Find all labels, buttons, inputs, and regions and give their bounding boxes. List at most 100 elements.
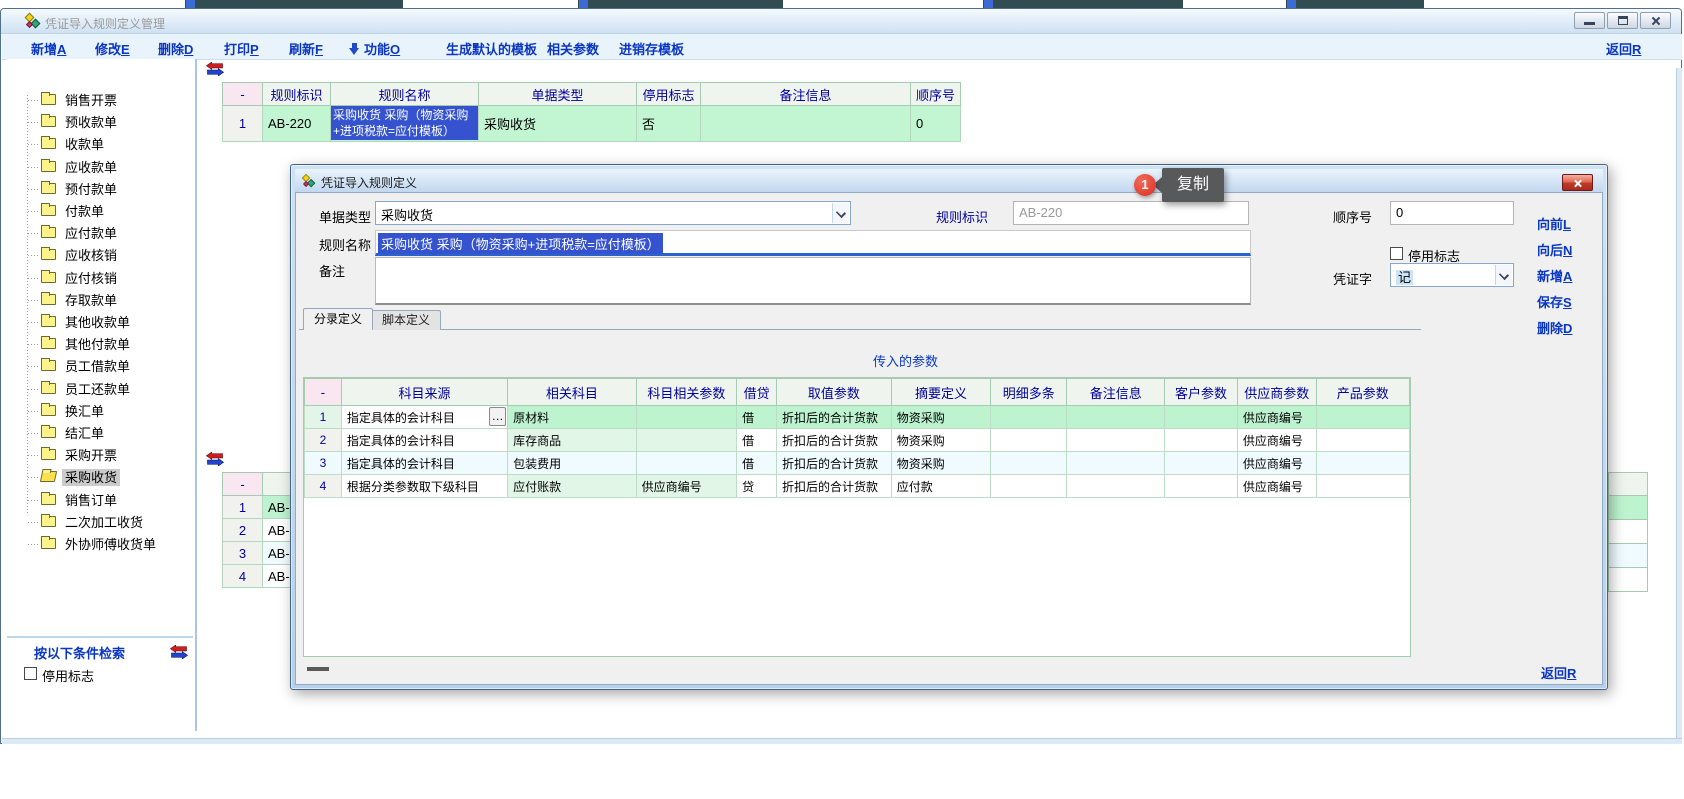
cell-detail-multi[interactable] [991,406,1067,429]
toolbar-functions-button[interactable]: 功能O [349,39,400,58]
disable-flag-checkbox[interactable] [1390,247,1403,260]
toolbar-new-button[interactable]: 新增A [31,39,66,58]
sidebar-item-9[interactable]: 存取款单 [7,290,192,310]
swap-columns-icon[interactable] [205,62,225,76]
toolbar-refresh-button[interactable]: 刷新F [289,39,323,58]
cell-subject-param[interactable] [636,406,736,429]
delete-row-button[interactable]: 删除D [1537,318,1572,337]
cell-note[interactable] [701,106,911,142]
cell-value-param[interactable]: 折扣后的合计货款 [777,475,892,498]
dialog-close-button[interactable] [1562,174,1593,191]
cell-related-subject[interactable]: 原材料 [508,406,637,429]
browse-button[interactable]: … [489,407,506,426]
swap-columns-icon[interactable] [205,452,225,466]
cell-subject-source[interactable]: 指定具体的会计科目… [341,406,507,429]
cell-supplier-param[interactable]: 供应商编号 [1237,475,1316,498]
sidebar-item-7[interactable]: 应收核销 [7,245,192,265]
cell-customer-param[interactable] [1165,475,1238,498]
toolbar-back-button[interactable]: 返回R [1606,39,1641,58]
cell-customer-param[interactable] [1165,452,1238,475]
cell-product-param[interactable] [1316,406,1409,429]
cell-detail-multi[interactable] [991,475,1067,498]
row-number[interactable]: 1 [223,496,263,519]
sidebar-item-13[interactable]: 员工还款单 [7,379,192,399]
sidebar-item-5[interactable]: 付款单 [7,201,192,221]
sidebar-item-4[interactable]: 预付款单 [7,179,192,199]
filter-search-link[interactable]: 按以下条件检索 [34,643,125,662]
swap-columns-icon[interactable] [169,645,189,659]
cell-subject-source[interactable]: 根据分类参数取下级科目 [341,475,507,498]
toolbar-print-button[interactable]: 打印P [224,39,259,58]
cell-note[interactable] [1067,406,1165,429]
cell-doc-type[interactable]: 采购收货 [479,106,637,142]
move-forward-button[interactable]: 向前L [1537,214,1571,233]
cell-debit-credit[interactable]: 借 [737,406,777,429]
cell-product-param[interactable] [1316,475,1409,498]
sidebar-item-6[interactable]: 应付款单 [7,223,192,243]
doc-type-combo[interactable]: 采购收货 [375,201,851,225]
move-backward-button[interactable]: 向后N [1537,240,1572,259]
maximize-button[interactable] [1607,12,1638,29]
cell-note[interactable] [1067,475,1165,498]
sidebar-item-0[interactable]: 销售开票 [7,90,192,110]
cell-related-subject[interactable]: 包装费用 [508,452,637,475]
cell-order[interactable]: 0 [911,106,961,142]
cell-supplier-param[interactable]: 供应商编号 [1237,406,1316,429]
tab-entry-definition[interactable]: 分录定义 [303,308,373,330]
incoming-params-link[interactable]: 传入的参数 [873,351,938,370]
tab-script-definition[interactable]: 脚本定义 [371,310,441,330]
toolbar-edit-button[interactable]: 修改E [95,39,130,58]
sidebar-item-17[interactable]: 采购收货 [7,467,192,487]
cell-detail-multi[interactable] [991,429,1067,452]
sidebar-item-3[interactable]: 应收款单 [7,157,192,177]
sidebar-item-14[interactable]: 换汇单 [7,401,192,421]
cell-product-param[interactable] [1316,429,1409,452]
cell-value-param[interactable]: 折扣后的合计货款 [777,406,892,429]
rule-id-field[interactable]: AB-220 [1013,201,1249,225]
cell-summary[interactable]: 物资采购 [891,406,990,429]
cell-customer-param[interactable] [1165,406,1238,429]
cell-rule-id[interactable]: AB-220 [263,106,331,142]
cell-note[interactable] [1067,452,1165,475]
rule-name-field[interactable]: 采购收货 采购（物资采购+进项税款=应付模板） [375,230,1251,256]
cell-detail-multi[interactable] [991,452,1067,475]
cell-summary[interactable]: 应付款 [891,475,990,498]
add-row-button[interactable]: 新增A [1537,266,1572,285]
cell-supplier-param[interactable]: 供应商编号 [1237,429,1316,452]
filter-disable-flag-checkbox[interactable] [24,667,37,680]
toolbar-inventory-template-button[interactable]: 进销存模板 [619,39,684,58]
sidebar-item-18[interactable]: 销售订单 [7,490,192,510]
cell-subject-param[interactable]: 供应商编号 [636,475,736,498]
row-number[interactable]: 4 [223,565,263,588]
cell-product-param[interactable] [1316,452,1409,475]
voucher-word-combo[interactable]: 记 [1390,263,1514,287]
row-number[interactable]: 2 [223,519,263,542]
cell-note[interactable] [1067,429,1165,452]
cell-subject-source[interactable]: 指定具体的会计科目 [341,452,507,475]
sidebar-item-2[interactable]: 收款单 [7,134,192,154]
sidebar-item-11[interactable]: 其他付款单 [7,334,192,354]
dialog-back-button[interactable]: 返回R [1541,663,1576,682]
cell-debit-credit[interactable]: 借 [737,452,777,475]
cell-value-param[interactable]: 折扣后的合计货款 [777,452,892,475]
cell-subject-param[interactable] [636,452,736,475]
order-field[interactable]: 0 [1390,201,1514,225]
toolbar-delete-button[interactable]: 删除D [158,39,193,58]
cell-debit-credit[interactable]: 贷 [737,475,777,498]
cell-summary[interactable]: 物资采购 [891,429,990,452]
cell-subject-source[interactable]: 指定具体的会计科目 [341,429,507,452]
minimize-button[interactable] [1574,12,1605,29]
sidebar-item-10[interactable]: 其他收款单 [7,312,192,332]
sidebar-item-12[interactable]: 员工借款单 [7,356,192,376]
row-number[interactable]: 1 [223,106,263,142]
cell-debit-credit[interactable]: 借 [737,429,777,452]
cell-subject-param[interactable] [636,429,736,452]
cell-related-subject[interactable]: 应付账款 [508,475,637,498]
cell-value-param[interactable]: 折扣后的合计货款 [777,429,892,452]
close-button[interactable] [1640,12,1671,29]
sidebar-item-8[interactable]: 应付核销 [7,268,192,288]
sidebar-item-16[interactable]: 采购开票 [7,445,192,465]
row-number[interactable]: 4 [305,475,342,498]
toolbar-related-params-button[interactable]: 相关参数 [547,39,599,58]
row-number[interactable]: 3 [305,452,342,475]
